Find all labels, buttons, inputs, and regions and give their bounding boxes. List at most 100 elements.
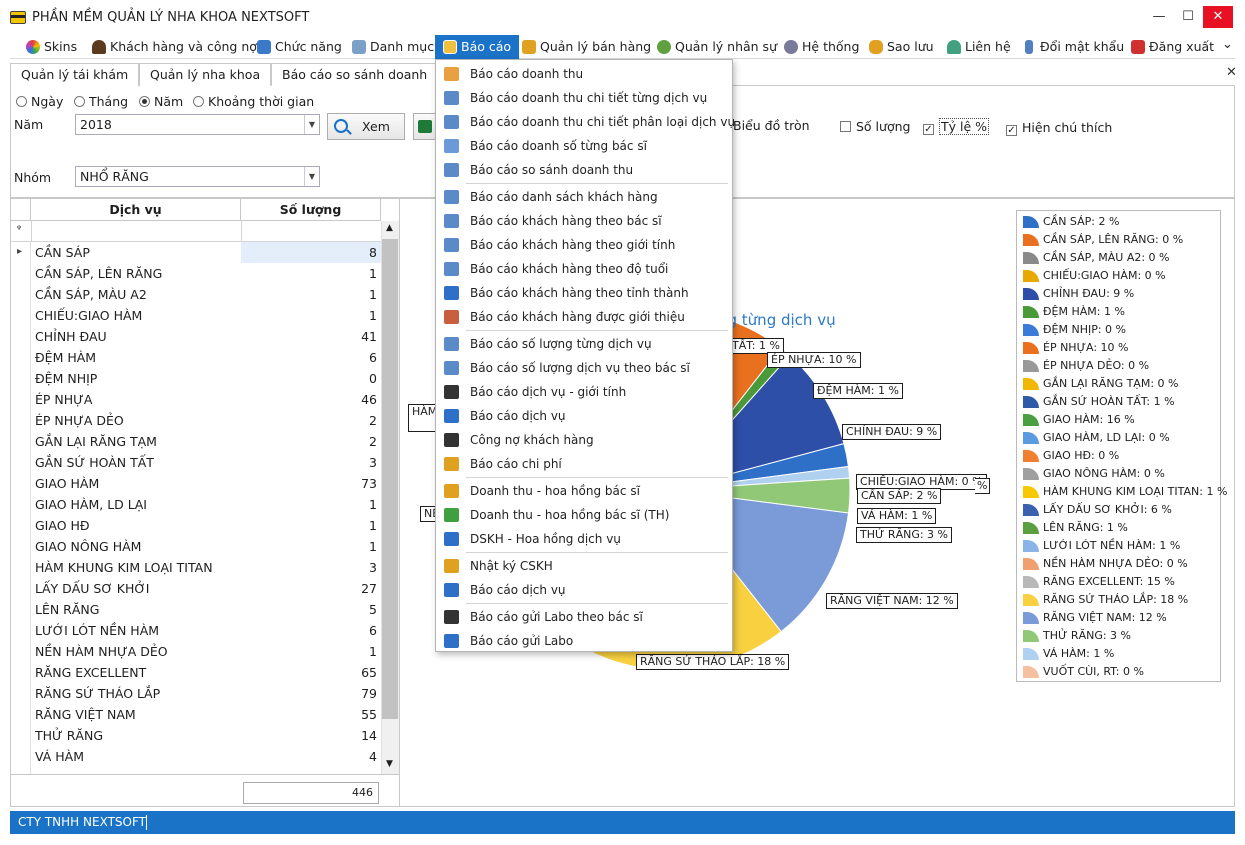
report-menu-item[interactable]: Doanh thu - hoa hồng bác sĩ	[436, 479, 732, 503]
report-menu-item[interactable]: Báo cáo khách hàng được giới thiệu	[436, 305, 732, 329]
report-menu-item[interactable]: Báo cáo dịch vụ - giới tính	[436, 380, 732, 404]
report-menu-item[interactable]: Báo cáo dịch vụ	[436, 404, 732, 428]
report-menu-item[interactable]: Báo cáo doanh thu chi tiết phân loại dịc…	[436, 110, 735, 134]
legend-swatch	[1023, 630, 1039, 642]
column-header-quantity[interactable]: Số lượng	[241, 199, 381, 221]
table-row[interactable]: RĂNG SỨ THÁO LẮP 79	[11, 683, 381, 704]
table-row[interactable]: RĂNG VIỆT NAM 55	[11, 704, 381, 725]
table-row[interactable]: CHỈNH ĐAU 41	[11, 326, 381, 347]
report-menu-item[interactable]: Báo cáo số lượng từng dịch vụ	[436, 332, 732, 356]
table-row[interactable]: LƯỚI LÓT NỀN HÀM 6	[11, 620, 381, 641]
minimize-button[interactable]: —	[1145, 6, 1173, 28]
menu-system[interactable]: Hệ thống	[784, 37, 859, 57]
export-excel-button[interactable]	[413, 113, 437, 140]
group-select[interactable]: NHỔ RĂNG ▼	[75, 166, 320, 187]
tab-dental-management[interactable]: Quản lý nha khoa	[139, 63, 272, 86]
legend-label: HÀM KHUNG KIM LOẠI TITAN: 1 %	[1043, 485, 1228, 498]
report-menu-item[interactable]: Báo cáo doanh thu	[436, 62, 732, 86]
quantity-cell: 65	[361, 665, 377, 680]
table-row[interactable]: GẮN LẠI RĂNG TẠM 2	[11, 431, 381, 452]
report-menu-item[interactable]: DSKH - Hoa hồng dịch vụ	[436, 527, 732, 551]
table-row[interactable]: NỀN HÀM NHỰA DẺO 1	[11, 641, 381, 662]
menu-backup[interactable]: Sao lưu	[869, 37, 934, 57]
table-row[interactable]: ÉP NHỰA 46	[11, 389, 381, 410]
year-select[interactable]: 2018 ▼	[75, 114, 320, 135]
table-row[interactable]: GIAO HÀM, LD LẠI 1	[11, 494, 381, 515]
report-menu-item[interactable]: Nhật ký CSKH	[436, 554, 732, 578]
report-menu-item[interactable]: Báo cáo dịch vụ	[436, 578, 732, 602]
scroll-up-icon[interactable]: ▲	[386, 223, 393, 233]
menu-change-password[interactable]: Đổi mật khẩu	[1022, 37, 1124, 57]
table-row[interactable]: CẦN SÁP, MÀU A2 1	[11, 284, 381, 305]
menu-overflow-chevron-icon[interactable]: ⌄	[1222, 37, 1233, 52]
report-menu-item[interactable]: Báo cáo khách hàng theo bác sĩ	[436, 209, 732, 233]
quantity-checkbox[interactable]: Số lượng	[840, 119, 910, 134]
report-menu-item[interactable]: Báo cáo khách hàng theo độ tuổi	[436, 257, 732, 281]
table-row[interactable]: CẦN SÁP 8	[11, 242, 381, 263]
table-row[interactable]: CHIẾU:GIAO HÀM 1	[11, 305, 381, 326]
menu-skins[interactable]: Skins	[26, 37, 77, 57]
service-name-cell: GẮN LẠI RĂNG TẠM	[35, 434, 157, 449]
report-menu-item[interactable]: Báo cáo gửi Labo	[436, 629, 732, 653]
service-name-cell: GẮN SỨ HOÀN TẤT	[35, 455, 154, 470]
table-row[interactable]: GIAO NÔNG HÀM 1	[11, 536, 381, 557]
maximize-button[interactable]: ☐	[1174, 6, 1202, 28]
menu-sales[interactable]: Quản lý bán hàng	[522, 37, 651, 57]
menu-reports[interactable]: Báo cáo	[435, 35, 520, 59]
table-row[interactable]: ĐỆM HÀM 6	[11, 347, 381, 368]
report-menu-item[interactable]: Báo cáo chi phí	[436, 452, 732, 476]
legend-swatch	[1023, 612, 1039, 624]
report-menu-item[interactable]: Báo cáo danh sách khách hàng	[436, 185, 732, 209]
legend-label: GẮN LẠI RĂNG TẠM: 0 %	[1043, 377, 1179, 390]
menu-functions[interactable]: Chức năng	[257, 37, 342, 57]
legend-item: LẤY DẤU SƠ KHỞI: 6 %	[1023, 501, 1172, 519]
grid-filter-row[interactable]: ᵠ	[11, 221, 381, 242]
legend-label: LÊN RĂNG: 1 %	[1043, 521, 1128, 534]
scroll-down-icon[interactable]: ▼	[386, 759, 393, 769]
period-day-radio[interactable]: Ngày	[16, 94, 63, 109]
table-row[interactable]: VÁ HÀM 4	[11, 746, 381, 767]
table-row[interactable]: RĂNG EXCELLENT 65	[11, 662, 381, 683]
report-menu-item[interactable]: Báo cáo khách hàng theo tỉnh thành	[436, 281, 732, 305]
table-row[interactable]: THỬ RĂNG 14	[11, 725, 381, 746]
menu-contact[interactable]: Liên hệ	[947, 37, 1011, 57]
legend-item: CẦN SÁP, MÀU A2: 0 %	[1023, 249, 1170, 267]
report-menu-item[interactable]: Báo cáo gửi Labo theo bác sĩ	[436, 605, 732, 629]
table-row[interactable]: ĐỆM NHỊP 0	[11, 368, 381, 389]
menu-catalog[interactable]: Danh mục	[352, 37, 434, 57]
menu-customers-debt[interactable]: Khách hàng và công nợ	[92, 37, 257, 57]
show-legend-checkbox[interactable]: ✓ Hiện chú thích	[1006, 120, 1112, 136]
tab-revenue-comparison[interactable]: Báo cáo so sánh doanh	[271, 63, 439, 86]
table-row[interactable]: GIAO HÀM 73	[11, 473, 381, 494]
menu-hr[interactable]: Quản lý nhân sự	[657, 37, 777, 57]
column-header-service[interactable]: Dịch vụ	[31, 199, 241, 221]
total-quantity: 446	[243, 782, 379, 804]
ratio-checkbox[interactable]: ✓ Tỷ lệ %	[923, 118, 990, 135]
close-tab-icon[interactable]: ✕	[1226, 65, 1237, 80]
menu-logout[interactable]: Đăng xuất	[1131, 37, 1214, 57]
table-row[interactable]: GIAO HĐ 1	[11, 515, 381, 536]
table-row[interactable]: LẤY DẤU SƠ KHỞI 27	[11, 578, 381, 599]
legend-swatch	[1023, 216, 1039, 228]
period-month-radio[interactable]: Tháng	[74, 94, 128, 109]
period-year-radio[interactable]: Năm	[139, 94, 183, 109]
grid-scroll-thumb[interactable]	[382, 239, 398, 719]
report-menu-item[interactable]: Báo cáo doanh số từng bác sĩ	[436, 134, 732, 158]
legend-item: NỀN HÀM NHỰA DẺO: 0 %	[1023, 555, 1188, 573]
report-menu-item[interactable]: Báo cáo doanh thu chi tiết từng dịch vụ	[436, 86, 732, 110]
report-menu-item[interactable]: Công nợ khách hàng	[436, 428, 732, 452]
report-menu-item[interactable]: Báo cáo so sánh doanh thu	[436, 158, 732, 182]
report-menu-item[interactable]: Báo cáo số lượng dịch vụ theo bác sĩ	[436, 356, 732, 380]
table-row[interactable]: LÊN RĂNG 5	[11, 599, 381, 620]
report-menu-item[interactable]: Doanh thu - hoa hồng bác sĩ (TH)	[436, 503, 732, 527]
tab-revisit-management[interactable]: Quản lý tái khám	[10, 63, 140, 86]
legend-label: ĐỆM HÀM: 1 %	[1043, 305, 1125, 318]
period-range-radio[interactable]: Khoảng thời gian	[193, 94, 314, 109]
table-row[interactable]: GẮN SỨ HOÀN TẤT 3	[11, 452, 381, 473]
report-menu-item[interactable]: Báo cáo khách hàng theo giới tính	[436, 233, 732, 257]
table-row[interactable]: CẦN SÁP, LÊN RĂNG 1	[11, 263, 381, 284]
table-row[interactable]: HÀM KHUNG KIM LOẠI TITAN 3	[11, 557, 381, 578]
view-button[interactable]: Xem	[327, 113, 405, 140]
close-window-button[interactable]: ✕	[1203, 6, 1233, 28]
table-row[interactable]: ÉP NHỰA DẺO 2	[11, 410, 381, 431]
